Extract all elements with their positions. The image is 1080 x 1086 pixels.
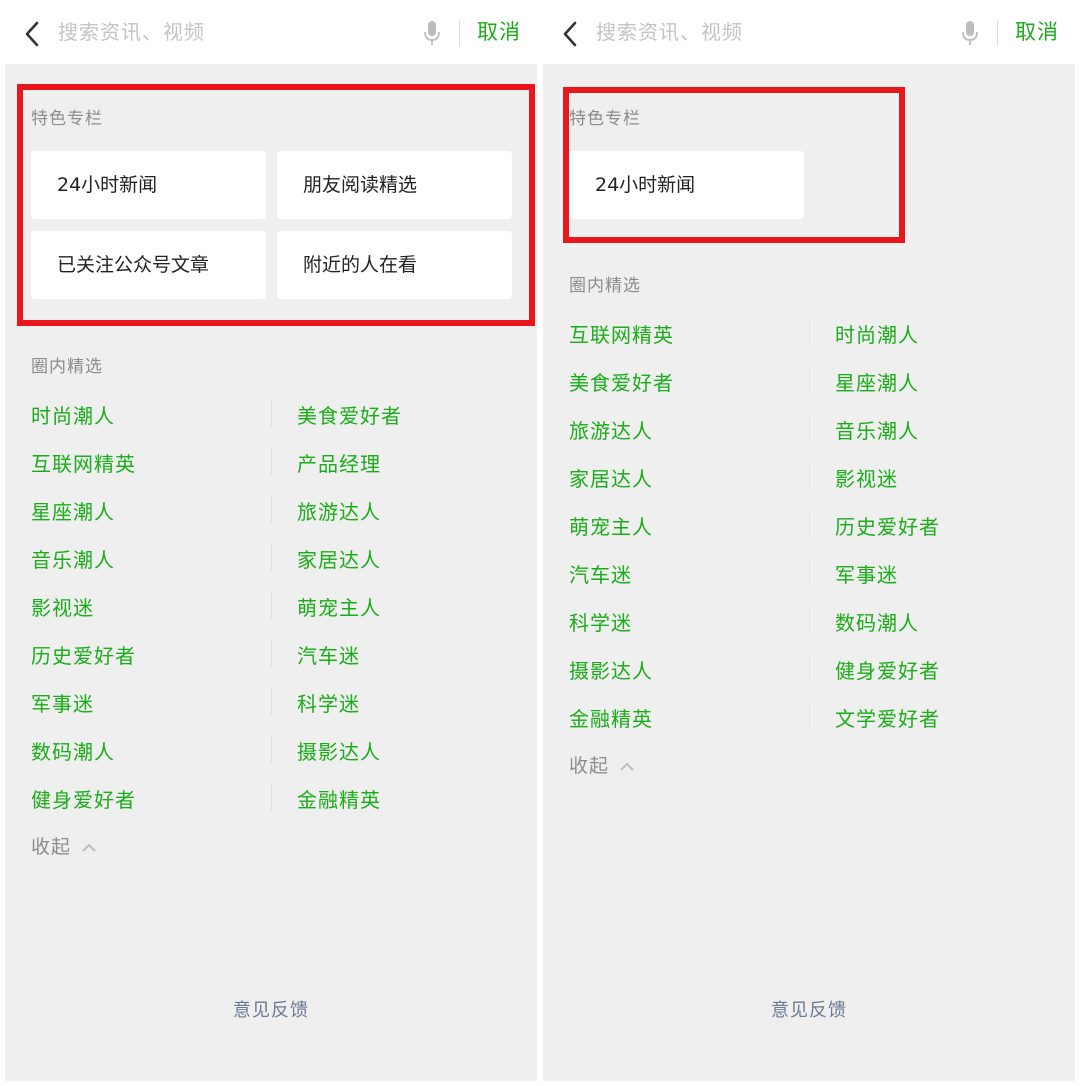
- circle-tag[interactable]: 科学迷: [569, 607, 632, 636]
- circle-tag[interactable]: 军事迷: [835, 559, 898, 588]
- microphone-icon[interactable]: [961, 20, 979, 46]
- cancel-button[interactable]: 取消: [1015, 0, 1059, 64]
- circle-tag[interactable]: 音乐潮人: [835, 415, 919, 444]
- column-divider: [271, 447, 272, 475]
- search-bar: 搜索资讯、视频 取消: [543, 0, 1075, 64]
- circle-section-title: 圈内精选: [31, 357, 103, 377]
- column-divider: [271, 735, 272, 763]
- column-divider: [809, 606, 810, 634]
- feedback-link[interactable]: 意见反馈: [5, 996, 537, 1022]
- collapse-label: 收起: [31, 836, 72, 858]
- column-divider: [271, 591, 272, 619]
- circle-tag[interactable]: 健身爱好者: [835, 655, 940, 684]
- column-divider: [271, 543, 272, 571]
- circle-tag[interactable]: 金融精英: [297, 784, 381, 813]
- circle-tag[interactable]: 时尚潮人: [835, 319, 919, 348]
- circle-tag[interactable]: 旅游达人: [569, 415, 653, 444]
- circle-tag[interactable]: 美食爱好者: [297, 400, 402, 429]
- highlight-box: [563, 87, 905, 243]
- column-divider: [809, 558, 810, 586]
- circle-tag[interactable]: 产品经理: [297, 448, 381, 477]
- circle-tag[interactable]: 美食爱好者: [569, 367, 674, 396]
- search-bar: 搜索资讯、视频 取消: [5, 0, 537, 64]
- circle-tag[interactable]: 星座潮人: [835, 367, 919, 396]
- column-divider: [271, 687, 272, 715]
- circle-tag[interactable]: 数码潮人: [31, 736, 115, 765]
- circle-tag[interactable]: 汽车迷: [297, 640, 360, 669]
- circle-tag[interactable]: 旅游达人: [297, 496, 381, 525]
- collapse-button[interactable]: 收起: [31, 832, 97, 859]
- circle-tag[interactable]: 历史爱好者: [31, 640, 136, 669]
- search-input[interactable]: 搜索资讯、视频: [596, 0, 743, 64]
- circle-tag[interactable]: 历史爱好者: [835, 511, 940, 540]
- circle-tag[interactable]: 星座潮人: [31, 496, 115, 525]
- column-divider: [809, 510, 810, 538]
- column-divider: [809, 414, 810, 442]
- header-divider: [997, 20, 998, 46]
- circle-tag[interactable]: 文学爱好者: [835, 703, 940, 732]
- circle-tag[interactable]: 数码潮人: [835, 607, 919, 636]
- left-screen: 搜索资讯、视频 取消 特色专栏 24小时新闻 朋友阅读精选 已关注公众号文章 附…: [5, 0, 537, 1086]
- circle-tag[interactable]: 影视迷: [835, 463, 898, 492]
- column-divider: [809, 366, 810, 394]
- microphone-icon[interactable]: [423, 20, 441, 46]
- column-divider: [271, 783, 272, 811]
- circle-tag[interactable]: 时尚潮人: [31, 400, 115, 429]
- collapse-button[interactable]: 收起: [569, 751, 635, 778]
- column-divider: [271, 495, 272, 523]
- collapse-label: 收起: [569, 755, 610, 777]
- column-divider: [809, 318, 810, 346]
- circle-tag[interactable]: 互联网精英: [569, 319, 674, 348]
- circle-tag[interactable]: 影视迷: [31, 592, 94, 621]
- feedback-link[interactable]: 意见反馈: [543, 996, 1075, 1022]
- circle-tag[interactable]: 摄影达人: [297, 736, 381, 765]
- circle-tag[interactable]: 音乐潮人: [31, 544, 115, 573]
- circle-tag[interactable]: 科学迷: [297, 688, 360, 717]
- circle-tag[interactable]: 家居达人: [569, 463, 653, 492]
- back-arrow-icon[interactable]: [557, 20, 585, 48]
- circle-tag[interactable]: 家居达人: [297, 544, 381, 573]
- column-divider: [809, 462, 810, 490]
- circle-tag[interactable]: 萌宠主人: [297, 592, 381, 621]
- circle-tag[interactable]: 金融精英: [569, 703, 653, 732]
- right-screen: 搜索资讯、视频 取消 特色专栏 24小时新闻 圈内精选 互联网精英 时尚潮人 美食爱…: [543, 0, 1075, 1086]
- column-divider: [271, 639, 272, 667]
- circle-tag[interactable]: 摄影达人: [569, 655, 653, 684]
- circle-tag[interactable]: 互联网精英: [31, 448, 136, 477]
- chevron-up-icon: [82, 843, 96, 852]
- column-divider: [809, 702, 810, 730]
- circle-section-title: 圈内精选: [569, 276, 641, 296]
- cancel-button[interactable]: 取消: [477, 0, 521, 64]
- circle-tag[interactable]: 军事迷: [31, 688, 94, 717]
- circle-tag[interactable]: 萌宠主人: [569, 511, 653, 540]
- chevron-up-icon: [620, 762, 634, 771]
- highlight-box: [17, 84, 535, 326]
- column-divider: [809, 654, 810, 682]
- column-divider: [271, 399, 272, 427]
- header-divider: [459, 20, 460, 46]
- back-arrow-icon[interactable]: [19, 20, 47, 48]
- circle-tag[interactable]: 健身爱好者: [31, 784, 136, 813]
- circle-tag[interactable]: 汽车迷: [569, 559, 632, 588]
- search-input[interactable]: 搜索资讯、视频: [58, 0, 205, 64]
